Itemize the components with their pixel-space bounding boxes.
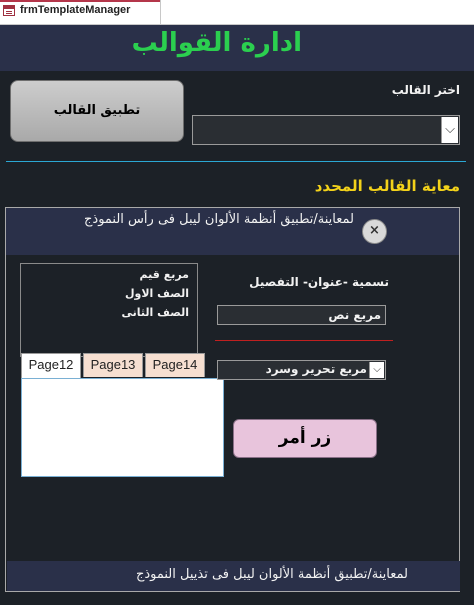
list-item[interactable]: الصف الثانى <box>21 303 189 322</box>
apply-template-button[interactable]: تطبيق القالب <box>10 80 184 142</box>
sample-combo-value: مربع تحرير وسرد <box>265 362 367 376</box>
chevron-down-icon[interactable]: ⌵ <box>369 362 384 378</box>
preview-panel: لمعاينة/تطبيق أنظمة الألوان ليبل فى رأس … <box>5 207 460 592</box>
sample-combo[interactable]: مربع تحرير وسرد ⌵ <box>217 360 386 380</box>
sample-command-button[interactable]: زر أمر <box>233 419 377 458</box>
close-button[interactable]: × <box>362 219 387 244</box>
form-header: ادارة القوالب <box>0 25 474 71</box>
template-picker-label: اختر القالب <box>391 83 460 97</box>
document-tab-title: frmTemplateManager <box>20 4 131 16</box>
detail-caption-label: تسمية -عنوان- التفصيل <box>249 275 389 289</box>
tab-page-content <box>21 378 224 477</box>
tab-page12[interactable]: Page12 <box>21 353 81 379</box>
close-icon: × <box>369 223 380 238</box>
divider <box>6 161 466 162</box>
page-title: ادارة القوالب <box>131 28 302 58</box>
chevron-down-icon[interactable]: ⌵ <box>441 117 458 143</box>
document-tab-bar: frmTemplateManager <box>0 0 474 25</box>
preview-title: معاية القالب المحدد <box>314 177 460 195</box>
document-tab[interactable]: frmTemplateManager <box>0 0 161 24</box>
sample-textbox[interactable]: مربع نص <box>217 305 386 325</box>
sample-listbox[interactable]: مربع قيم الصف الاول الصف الثانى <box>20 263 198 357</box>
sample-line <box>215 340 393 341</box>
list-item[interactable]: مربع قيم <box>21 265 189 284</box>
form-icon <box>3 5 15 16</box>
tab-page14[interactable]: Page14 <box>145 353 205 377</box>
active-tab-accent <box>0 0 160 2</box>
preview-footer-band: لمعاينة/تطبيق أنظمة الألوان ليبل فى تذيي… <box>7 561 460 591</box>
preview-header-text: لمعاينة/تطبيق أنظمة الألوان ليبل فى رأس … <box>84 212 354 227</box>
list-item[interactable]: الصف الاول <box>21 284 189 303</box>
sample-tab-control: Page12 Page13 Page14 <box>21 353 225 379</box>
form-body: ادارة القوالب اختر القالب تطبيق القالب ⌵… <box>0 25 474 605</box>
tab-page13[interactable]: Page13 <box>83 353 143 377</box>
preview-footer-text: لمعاينة/تطبيق أنظمة الألوان ليبل فى تذيي… <box>135 567 408 582</box>
preview-header-band: لمعاينة/تطبيق أنظمة الألوان ليبل فى رأس … <box>6 208 459 255</box>
template-combo[interactable]: ⌵ <box>192 115 460 145</box>
